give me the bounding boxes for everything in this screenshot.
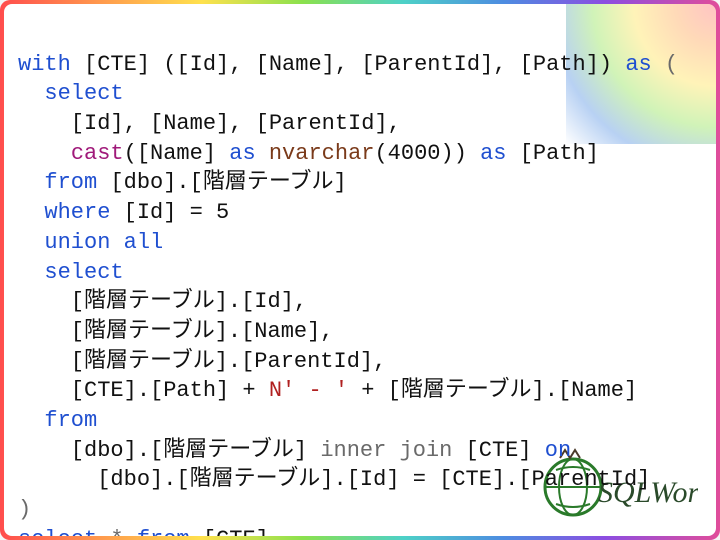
code-text: [dbo].[階層テーブル].[Id] = [CTE].[ParentId]: [18, 467, 650, 492]
kw-on: on: [545, 438, 571, 463]
code-text: [dbo].[階層テーブル]: [18, 438, 320, 463]
code-text: [階層テーブル].[Id],: [18, 289, 307, 314]
kw-as: as: [625, 52, 651, 77]
code-text: [Id], [Name], [ParentId],: [18, 111, 401, 136]
kw-with: with: [18, 52, 71, 77]
kw-where: where: [18, 200, 110, 225]
code-text: [CTE].[Path] +: [18, 378, 269, 403]
slide-border: with [CTE] ([Id], [Name], [ParentId], [P…: [0, 0, 720, 540]
string-literal: N' - ': [269, 378, 348, 403]
code-text: [18, 141, 71, 166]
code-text: [CTE]: [190, 527, 269, 536]
code-text: [階層テーブル].[Name],: [18, 319, 334, 344]
kw-select: select: [18, 81, 124, 106]
kw-nvarchar: nvarchar: [269, 141, 375, 166]
code-text: [Path]: [507, 141, 599, 166]
code-text: ([Name]: [124, 141, 230, 166]
slide-content: with [CTE] ([Id], [Name], [ParentId], [P…: [4, 4, 716, 536]
star: *: [97, 527, 137, 536]
code-text: [Id] = 5: [110, 200, 229, 225]
kw-as: as: [480, 141, 506, 166]
kw-select: select: [18, 527, 97, 536]
paren-open: (: [652, 52, 678, 77]
code-text: (4000)): [374, 141, 480, 166]
kw-from: from: [18, 408, 97, 433]
code-text: [CTE]: [452, 438, 544, 463]
code-text: [CTE] ([Id], [Name], [ParentId], [Path]): [71, 52, 626, 77]
paren-close: ): [18, 497, 31, 522]
kw-inner-join: inner join: [320, 438, 452, 463]
kw-union-all: union all: [18, 230, 163, 255]
kw-from: from: [137, 527, 190, 536]
code-text: [256, 141, 269, 166]
code-text: [階層テーブル].[ParentId],: [18, 349, 386, 374]
code-text: + [階層テーブル].[Name]: [348, 378, 637, 403]
code-text: [dbo].[階層テーブル]: [97, 170, 347, 195]
kw-from: from: [18, 170, 97, 195]
kw-cast: cast: [71, 141, 124, 166]
sql-code-block: with [CTE] ([Id], [Name], [ParentId], [P…: [18, 20, 702, 536]
kw-as: as: [229, 141, 255, 166]
kw-select: select: [18, 260, 124, 285]
